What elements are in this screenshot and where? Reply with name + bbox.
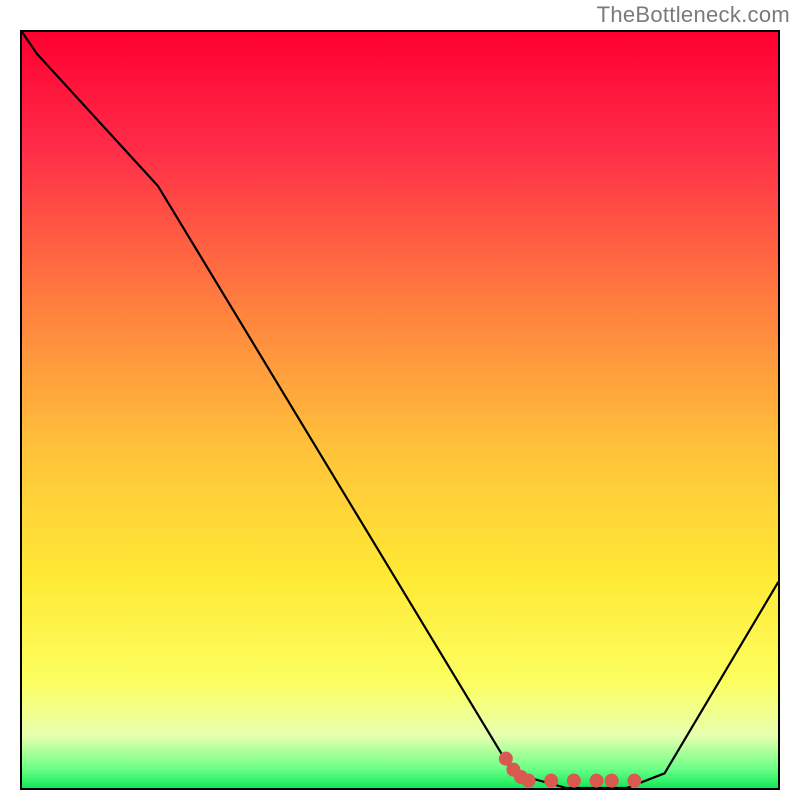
marker-group <box>499 752 642 788</box>
chart-overlay <box>22 32 778 788</box>
marker-dot <box>627 774 641 788</box>
attribution-text: TheBottleneck.com <box>597 2 790 28</box>
marker-dot <box>590 774 604 788</box>
chart-stage: TheBottleneck.com <box>0 0 800 800</box>
marker-dot <box>567 774 581 788</box>
marker-dot <box>522 774 536 788</box>
marker-dot <box>605 774 619 788</box>
marker-dot <box>544 774 558 788</box>
bottleneck-curve <box>22 32 778 788</box>
chart-area <box>20 30 780 790</box>
